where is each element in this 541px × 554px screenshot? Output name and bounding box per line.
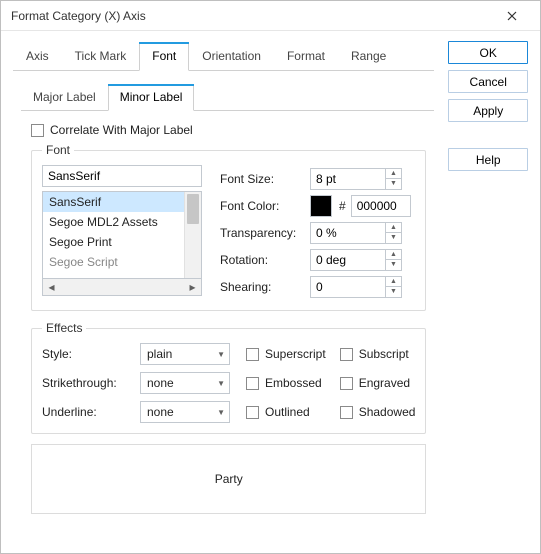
font-size-input[interactable] bbox=[311, 169, 385, 189]
rotation-input[interactable] bbox=[311, 250, 385, 270]
shearing-spinner[interactable]: ▲▼ bbox=[310, 276, 402, 298]
font-option[interactable]: Segoe Print bbox=[43, 232, 184, 252]
font-name-input[interactable] bbox=[42, 165, 202, 187]
embossed-label: Embossed bbox=[265, 376, 322, 390]
close-button[interactable] bbox=[492, 2, 532, 30]
preview-text: Party bbox=[215, 472, 243, 486]
shearing-input[interactable] bbox=[311, 277, 385, 297]
main-tabs: Axis Tick Mark Font Orientation Format R… bbox=[13, 41, 434, 71]
transparency-spinner[interactable]: ▲▼ bbox=[310, 222, 402, 244]
scroll-thumb[interactable] bbox=[187, 194, 199, 224]
underline-label: Underline: bbox=[42, 405, 126, 419]
shearing-label: Shearing: bbox=[220, 280, 310, 294]
subscript-checkbox[interactable] bbox=[340, 348, 353, 361]
outlined-checkbox[interactable] bbox=[246, 406, 259, 419]
window-title: Format Category (X) Axis bbox=[11, 9, 492, 23]
engraved-checkbox[interactable] bbox=[340, 377, 353, 390]
spin-up-icon[interactable]: ▲ bbox=[386, 223, 401, 234]
spin-down-icon[interactable]: ▼ bbox=[386, 287, 401, 297]
tab-tick-mark[interactable]: Tick Mark bbox=[62, 42, 140, 71]
tab-font[interactable]: Font bbox=[139, 42, 189, 71]
rotation-spinner[interactable]: ▲▼ bbox=[310, 249, 402, 271]
tab-range[interactable]: Range bbox=[338, 42, 399, 71]
effects-fieldset: Effects Style: plain▼ Superscript Subscr… bbox=[31, 321, 426, 434]
style-label: Style: bbox=[42, 347, 126, 361]
spin-down-icon[interactable]: ▼ bbox=[386, 260, 401, 270]
ok-button[interactable]: OK bbox=[448, 41, 528, 64]
dialog-buttons: OK Cancel Apply Help bbox=[448, 41, 528, 541]
cancel-button[interactable]: Cancel bbox=[448, 70, 528, 93]
font-color-swatch[interactable] bbox=[310, 195, 332, 217]
apply-button[interactable]: Apply bbox=[448, 99, 528, 122]
sub-tabs: Major Label Minor Label bbox=[21, 83, 434, 111]
horizontal-scrollbar[interactable]: ◂ ▸ bbox=[42, 279, 202, 296]
style-select[interactable]: plain▼ bbox=[140, 343, 230, 365]
shadowed-checkbox[interactable] bbox=[340, 406, 353, 419]
tab-format[interactable]: Format bbox=[274, 42, 338, 71]
chevron-down-icon: ▼ bbox=[217, 379, 225, 388]
font-option[interactable]: Segoe MDL2 Assets bbox=[43, 212, 184, 232]
titlebar: Format Category (X) Axis bbox=[1, 1, 540, 31]
scroll-left-icon[interactable]: ◂ bbox=[43, 279, 60, 296]
subscript-label: Subscript bbox=[359, 347, 409, 361]
effects-legend: Effects bbox=[42, 321, 86, 335]
font-legend: Font bbox=[42, 143, 74, 157]
underline-select[interactable]: none▼ bbox=[140, 401, 230, 423]
chevron-down-icon: ▼ bbox=[217, 408, 225, 417]
close-icon bbox=[507, 11, 517, 21]
font-size-spinner[interactable]: ▲▼ bbox=[310, 168, 402, 190]
font-color-hex-input[interactable] bbox=[351, 195, 411, 217]
embossed-checkbox[interactable] bbox=[246, 377, 259, 390]
spin-down-icon[interactable]: ▼ bbox=[386, 233, 401, 243]
strikethrough-label: Strikethrough: bbox=[42, 376, 126, 390]
font-option[interactable]: SansSerif bbox=[43, 192, 184, 212]
spin-up-icon[interactable]: ▲ bbox=[386, 169, 401, 180]
rotation-label: Rotation: bbox=[220, 253, 310, 267]
outlined-label: Outlined bbox=[265, 405, 310, 419]
scroll-right-icon[interactable]: ▸ bbox=[184, 279, 201, 296]
superscript-label: Superscript bbox=[265, 347, 326, 361]
transparency-label: Transparency: bbox=[220, 226, 310, 240]
font-color-label: Font Color: bbox=[220, 199, 310, 213]
superscript-checkbox[interactable] bbox=[246, 348, 259, 361]
chevron-down-icon: ▼ bbox=[217, 350, 225, 359]
subtab-minor-label[interactable]: Minor Label bbox=[108, 84, 195, 111]
preview-box: Party bbox=[31, 444, 426, 514]
font-option[interactable]: Segoe Script bbox=[43, 252, 184, 272]
transparency-input[interactable] bbox=[311, 223, 385, 243]
help-button[interactable]: Help bbox=[448, 148, 528, 171]
hash-label: # bbox=[339, 199, 346, 213]
font-fieldset: Font SansSerif Segoe MDL2 Assets Segoe P… bbox=[31, 143, 426, 311]
spin-up-icon[interactable]: ▲ bbox=[386, 277, 401, 288]
tab-axis[interactable]: Axis bbox=[13, 42, 62, 71]
spin-down-icon[interactable]: ▼ bbox=[386, 179, 401, 189]
tab-orientation[interactable]: Orientation bbox=[189, 42, 274, 71]
correlate-label: Correlate With Major Label bbox=[50, 123, 193, 137]
subtab-major-label[interactable]: Major Label bbox=[21, 84, 108, 111]
dialog-window: Format Category (X) Axis Axis Tick Mark … bbox=[0, 0, 541, 554]
font-size-label: Font Size: bbox=[220, 172, 310, 186]
vertical-scrollbar[interactable] bbox=[184, 192, 201, 278]
font-listbox[interactable]: SansSerif Segoe MDL2 Assets Segoe Print … bbox=[42, 191, 202, 279]
shadowed-label: Shadowed bbox=[359, 405, 416, 419]
strikethrough-select[interactable]: none▼ bbox=[140, 372, 230, 394]
correlate-checkbox[interactable] bbox=[31, 124, 44, 137]
spin-up-icon[interactable]: ▲ bbox=[386, 250, 401, 261]
correlate-row: Correlate With Major Label bbox=[31, 123, 426, 137]
engraved-label: Engraved bbox=[359, 376, 410, 390]
